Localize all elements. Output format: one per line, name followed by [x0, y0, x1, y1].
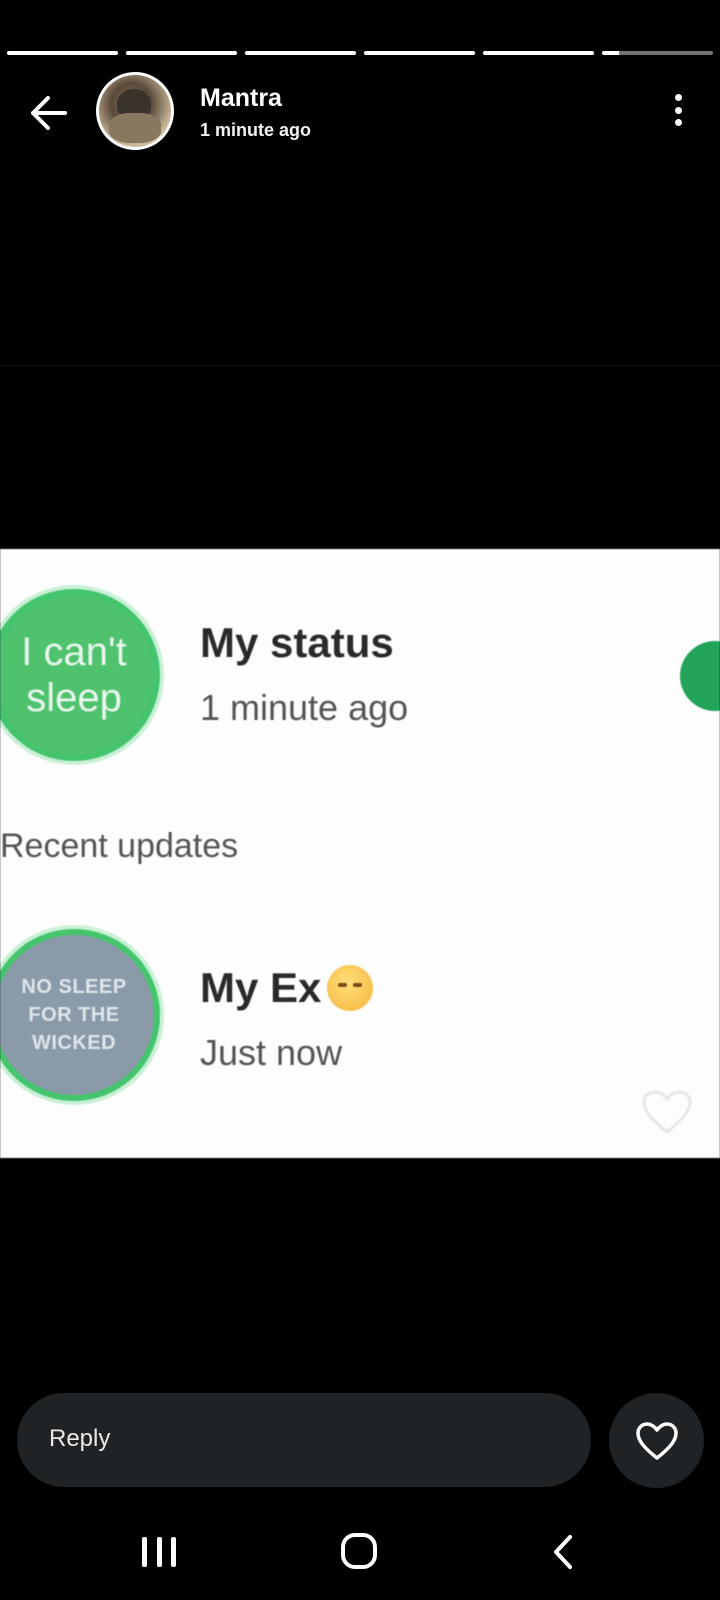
recent-updates-label: Recent updates	[0, 827, 239, 865]
back-button[interactable]	[22, 87, 74, 139]
ex-title-row: My Ex	[200, 964, 374, 1012]
progress-segment-current	[602, 51, 713, 55]
progress-segment	[7, 51, 118, 55]
green-fab	[680, 641, 720, 711]
heart-outline-icon	[642, 1090, 692, 1134]
reply-input[interactable]: Reply	[17, 1393, 591, 1487]
heart-icon	[635, 1421, 678, 1460]
ex-title: My Ex	[200, 964, 322, 1011]
arrow-left-icon	[31, 96, 67, 130]
avatar[interactable]	[96, 72, 174, 150]
home-icon[interactable]	[341, 1533, 377, 1569]
my-status-ring: I can't sleep	[0, 589, 160, 761]
more-options-button[interactable]	[666, 90, 690, 130]
progress-segment	[364, 51, 475, 55]
progress-segment	[483, 51, 594, 55]
more-vert-icon	[674, 94, 682, 101]
system-nav-bar	[0, 1500, 720, 1600]
progress-segment	[245, 51, 356, 55]
like-button[interactable]	[609, 1393, 704, 1488]
progress-segment	[126, 51, 237, 55]
ghost-divider	[0, 365, 720, 366]
nav-back-icon[interactable]	[548, 1533, 578, 1571]
ex-ring-text: NO SLEEP FOR THE WICKED	[21, 976, 127, 1054]
ex-status-ring: NO SLEEP FOR THE WICKED	[0, 929, 160, 1101]
contact-name[interactable]: Mantra	[200, 84, 282, 113]
my-status-ring-text: I can't sleep	[21, 630, 127, 720]
my-status-time: 1 minute ago	[200, 687, 409, 728]
persevering-face-icon	[327, 965, 374, 1011]
recents-icon[interactable]	[142, 1537, 176, 1567]
story-progress	[7, 51, 713, 55]
story-image: I can't sleep My status 1 minute ago Rec…	[0, 549, 720, 1158]
reply-placeholder: Reply	[49, 1425, 111, 1452]
ex-time: Just now	[200, 1032, 343, 1073]
my-status-title: My status	[200, 619, 394, 666]
post-time: 1 minute ago	[200, 120, 312, 140]
story-header: Mantra 1 minute ago	[0, 70, 720, 152]
